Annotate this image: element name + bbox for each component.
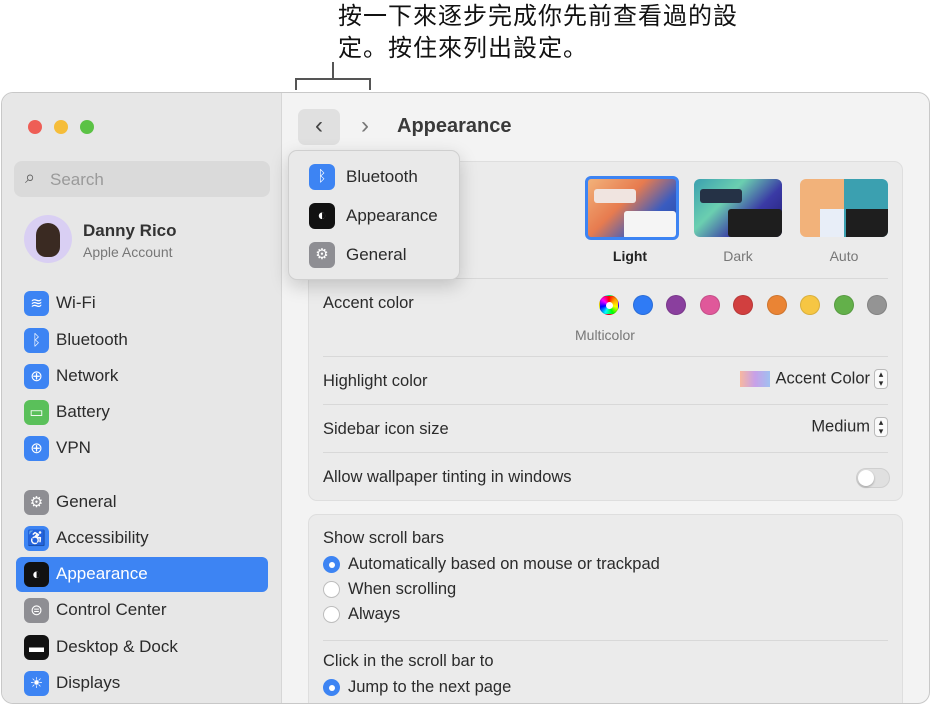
radio-button[interactable] — [323, 606, 340, 623]
back-button[interactable]: ‹ — [298, 109, 340, 145]
theme-light-thumbnail[interactable] — [585, 176, 679, 240]
radio-label: Jump to the next page — [348, 678, 511, 696]
search-input[interactable]: ⌕ Search — [14, 161, 270, 197]
theme-light-label[interactable]: Light — [580, 248, 680, 264]
settings-window: ⌕ Search Danny Rico Apple Account ≋ Wi-Fi… — [1, 92, 930, 704]
accent-swatch-2[interactable] — [666, 295, 686, 315]
wallpaper-tinting-label: Allow wallpaper tinting in windows — [323, 468, 888, 487]
sidebar-item-vpn[interactable]: ⊕ VPN — [16, 431, 268, 466]
highlight-color-popup[interactable]: Accent Color▴▾ — [740, 369, 888, 389]
accent-color-swatches — [599, 295, 899, 317]
chevron-up-down-icon: ▴▾ — [874, 369, 888, 389]
sidebar-item-label: VPN — [56, 438, 91, 458]
accent-swatch-4[interactable] — [733, 295, 753, 315]
sidebar-item-accessibility[interactable]: ♿ Accessibility — [16, 521, 268, 556]
bluetooth-icon: ᛒ — [309, 164, 335, 190]
menu-item-label: Bluetooth — [346, 167, 418, 187]
accent-swatch-5[interactable] — [767, 295, 787, 315]
radio-button[interactable] — [323, 581, 340, 598]
avatar[interactable] — [24, 215, 72, 263]
highlight-value: Accent Color — [776, 369, 870, 387]
sidebar-icon-size-label: Sidebar icon size — [323, 420, 888, 439]
sidebar-item-label: General — [56, 492, 116, 512]
sidebar-item-wi-fi[interactable]: ≋ Wi-Fi — [16, 286, 268, 321]
sidebar-item-label: Desktop & Dock — [56, 637, 178, 657]
forward-button[interactable]: › — [344, 109, 386, 145]
appearance-icon: ◐ — [309, 203, 335, 229]
callout-bracket — [295, 62, 371, 90]
sidebar-item-label: Control Center — [56, 600, 167, 620]
radio-label: Always — [348, 605, 400, 623]
sidebar-item-general[interactable]: ⚙ General — [16, 485, 268, 520]
zoom-button[interactable] — [80, 120, 94, 134]
accent-swatch-8[interactable] — [867, 295, 887, 315]
sidebar-icon-size-value: Medium — [811, 417, 870, 435]
theme-dark-thumbnail[interactable] — [694, 179, 782, 237]
accent-swatch-1[interactable] — [633, 295, 653, 315]
history-menu: ᛒ Bluetooth ◐ Appearance ⚙ General — [288, 150, 460, 280]
radio-option[interactable]: Automatically based on mouse or trackpad — [323, 555, 888, 574]
vpn-globe-icon: ⊕ — [24, 436, 49, 461]
sidebar-item-bluetooth[interactable]: ᛒ Bluetooth — [16, 323, 268, 358]
bluetooth-icon: ᛒ — [24, 328, 49, 353]
theme-auto-thumbnail[interactable] — [800, 179, 888, 237]
radio-option[interactable]: Jump to the next page — [323, 678, 888, 697]
sidebar-item-battery[interactable]: ▭ Battery — [16, 395, 268, 430]
sidebar-item-label: Battery — [56, 402, 110, 422]
scroll-bars-group: Show scroll bars Automatically based on … — [308, 514, 903, 704]
accent-swatch-7[interactable] — [834, 295, 854, 315]
appearance-icon: ◐ — [24, 562, 49, 587]
radio-option[interactable]: Always — [323, 605, 888, 624]
radio-button[interactable] — [323, 556, 340, 573]
control-center-icon: ⊜ — [24, 598, 49, 623]
accent-swatch-3[interactable] — [700, 295, 720, 315]
sidebar-item-label: Displays — [56, 673, 120, 693]
sidebar-item-appearance[interactable]: ◐ Appearance — [16, 557, 268, 592]
battery-icon: ▭ — [24, 400, 49, 425]
theme-auto-label[interactable]: Auto — [794, 248, 894, 264]
accent-selected-name: Multicolor — [575, 327, 635, 343]
sidebar-item-displays[interactable]: ☀ Displays — [16, 666, 268, 701]
general-icon: ⚙ — [309, 242, 335, 268]
close-button[interactable] — [28, 120, 42, 134]
sidebar-item-control-center[interactable]: ⊜ Control Center — [16, 593, 268, 628]
menu-item-label: Appearance — [346, 206, 438, 226]
sidebar-item-label: Appearance — [56, 564, 148, 584]
sidebar: ⌕ Search Danny Rico Apple Account ≋ Wi-Fi… — [2, 93, 282, 704]
menu-item-label: General — [346, 245, 406, 265]
chevron-up-down-icon: ▴▾ — [874, 417, 888, 437]
sidebar-item-label: Wi-Fi — [56, 293, 96, 313]
wallpaper-tinting-toggle[interactable] — [856, 468, 890, 488]
wifi-icon: ≋ — [24, 291, 49, 316]
accent-swatch-6[interactable] — [800, 295, 820, 315]
radio-label: When scrolling — [348, 580, 456, 598]
globe-icon: ⊕ — [24, 364, 49, 389]
click-scroll-bar-label: Click in the scroll bar to — [323, 652, 888, 671]
sidebar-item-label: Network — [56, 366, 118, 386]
radio-option[interactable]: When scrolling — [323, 580, 888, 599]
theme-dark-label[interactable]: Dark — [688, 248, 788, 264]
highlight-swatch — [740, 371, 770, 387]
search-icon: ⌕ — [25, 167, 35, 188]
accent-swatch-0[interactable] — [599, 295, 619, 315]
page-title: Appearance — [397, 115, 512, 138]
sidebar-item-network[interactable]: ⊕ Network — [16, 359, 268, 394]
callout-annotation: 按一下來逐步完成你先前查看過的設定。按住來列出設定。 — [338, 0, 778, 64]
minimize-button[interactable] — [54, 120, 68, 134]
account-name[interactable]: Danny Rico — [83, 221, 177, 241]
account-subtitle: Apple Account — [83, 244, 173, 260]
sun-icon: ☀ — [24, 671, 49, 696]
accessibility-icon: ♿ — [24, 526, 49, 551]
sidebar-item-label: Bluetooth — [56, 330, 128, 350]
sidebar-icon-size-popup[interactable]: Medium▴▾ — [811, 417, 888, 437]
search-placeholder: Search — [50, 170, 104, 189]
sidebar-item-label: Accessibility — [56, 528, 149, 548]
gear-icon: ⚙ — [24, 490, 49, 515]
radio-label: Automatically based on mouse or trackpad — [348, 555, 660, 573]
sidebar-item-desktop-dock[interactable]: ▬ Desktop & Dock — [16, 630, 268, 665]
dock-icon: ▬ — [24, 635, 49, 660]
radio-button[interactable] — [323, 679, 340, 696]
show-scroll-bars-label: Show scroll bars — [323, 529, 888, 548]
